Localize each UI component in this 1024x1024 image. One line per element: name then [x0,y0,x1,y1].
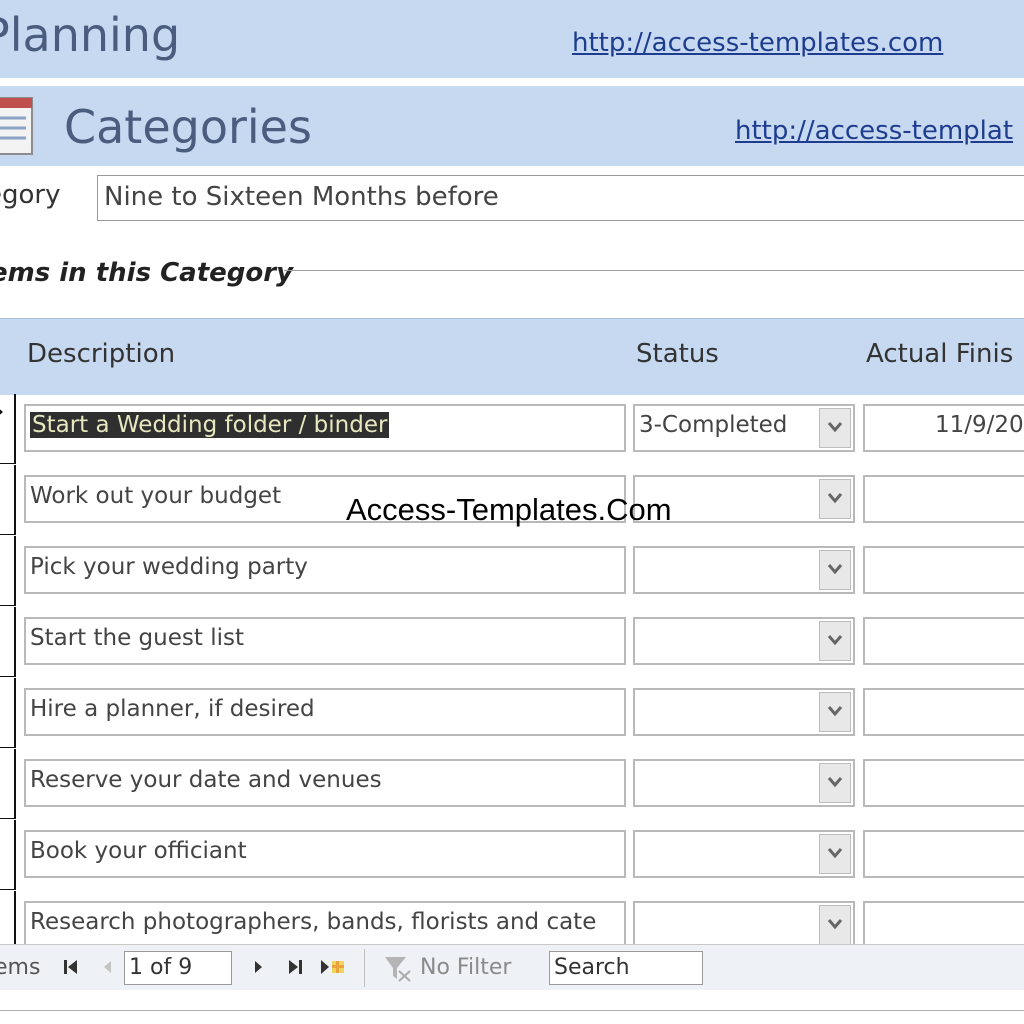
chevron-down-icon [827,848,843,859]
description-text: Reserve your date and venues [30,767,382,793]
status-dropdown-button[interactable] [819,905,851,944]
status-dropdown-button[interactable] [819,763,851,803]
status-dropdown-button[interactable] [819,479,851,519]
status-dropdown-button[interactable] [819,621,851,661]
record-selector[interactable] [0,891,16,944]
status-combo[interactable] [633,901,855,944]
description-text: Work out your budget [30,483,282,509]
status-strip [0,990,1024,1024]
status-combo[interactable] [633,617,855,665]
actual-finish-field[interactable] [863,617,1024,665]
column-header-status: Status [636,339,719,369]
actual-finish-field[interactable] [863,688,1024,736]
chevron-down-icon [827,635,843,646]
navigation-label: ems [0,955,41,980]
form-website-link[interactable]: http://access-templat [735,116,1013,146]
description-field[interactable]: Hire a planner, if desired [24,688,626,736]
status-text: 3-Completed [639,412,788,438]
description-text: Hire a planner, if desired [30,696,315,722]
form-title: Categories [64,100,312,154]
form-header: Categories http://access-templat [0,86,1024,166]
record-selector[interactable] [0,465,16,535]
table-row: Start a Wedding folder / binder 3-Comple… [0,394,1024,465]
status-combo[interactable]: 3-Completed [633,404,855,452]
description-text: Pick your wedding party [30,554,308,580]
banner-separator [0,78,1024,86]
search-input[interactable]: Search [549,951,703,985]
table-row: Reserve your date and venues [0,749,1024,820]
grid-header: Description Status Actual Finis [0,318,1024,395]
description-field[interactable]: Reserve your date and venues [24,759,626,807]
column-header-description: Description [27,339,176,369]
first-record-icon[interactable] [60,955,82,979]
description-text: Start the guest list [30,625,244,651]
current-record-icon [0,406,3,418]
app-website-link[interactable]: http://access-templates.com [572,28,943,58]
status-combo[interactable] [633,830,855,878]
table-row: Research photographers, bands, florists … [0,891,1024,944]
form-icon [0,97,33,155]
chevron-down-icon [827,706,843,717]
actual-finish-text: 11/9/20 [935,412,1024,438]
table-row: Start the guest list [0,607,1024,678]
previous-record-icon[interactable] [96,955,118,979]
no-filter-button[interactable]: No Filter [420,955,511,980]
grid-rows: Start a Wedding folder / binder 3-Comple… [0,394,1024,944]
record-selector[interactable] [0,749,16,819]
status-combo[interactable] [633,759,855,807]
table-row: Book your officiant [0,820,1024,891]
record-selector[interactable] [0,820,16,890]
description-field[interactable]: Pick your wedding party [24,546,626,594]
record-selector[interactable] [0,607,16,677]
app-banner: Planning http://access-templates.com [0,0,1024,78]
status-dropdown-button[interactable] [819,834,851,874]
description-field[interactable]: Book your officiant [24,830,626,878]
section-heading: ems in this Category [0,258,294,288]
new-record-icon[interactable] [318,955,350,979]
description-field[interactable]: Start the guest list [24,617,626,665]
chevron-down-icon [827,422,843,433]
actual-finish-field[interactable] [863,830,1024,878]
status-dropdown-button[interactable] [819,692,851,732]
record-selector[interactable] [0,678,16,748]
search-text: Search [554,955,630,980]
category-label: egory [0,180,61,210]
filter-icon[interactable] [382,953,412,983]
watermark-text: Access-Templates.Com [346,492,672,527]
navigation-divider [364,949,365,987]
actual-finish-field[interactable] [863,546,1024,594]
chevron-down-icon [827,919,843,930]
description-text: Book your officiant [30,838,247,864]
next-record-icon[interactable] [248,955,270,979]
record-navigation-bar: ems 1 of 9 No Filter Search [0,944,1024,992]
status-dropdown-button[interactable] [819,408,851,448]
section-divider [284,270,1024,271]
bottom-divider [0,1010,1024,1011]
chevron-down-icon [827,564,843,575]
actual-finish-field[interactable] [863,901,1024,944]
status-combo[interactable] [633,546,855,594]
description-field[interactable]: Research photographers, bands, florists … [24,901,626,944]
column-header-actual-finish: Actual Finis [866,339,1014,369]
table-row: Pick your wedding party [0,536,1024,607]
description-text: Start a Wedding folder / binder [30,412,390,438]
actual-finish-field[interactable] [863,475,1024,523]
actual-finish-field[interactable]: 11/9/20 [863,404,1024,452]
current-record-text: 1 of 9 [129,955,193,980]
chevron-down-icon [827,493,843,504]
last-record-icon[interactable] [284,955,306,979]
status-dropdown-button[interactable] [819,550,851,590]
chevron-down-icon [827,777,843,788]
status-combo[interactable] [633,688,855,736]
description-field[interactable]: Start a Wedding folder / binder [24,404,626,452]
record-selector[interactable] [0,536,16,606]
actual-finish-field[interactable] [863,759,1024,807]
record-selector[interactable] [0,394,16,464]
category-field[interactable]: Nine to Sixteen Months before [97,175,1024,221]
app-title: Planning [0,8,181,62]
table-row: Hire a planner, if desired [0,678,1024,749]
category-value: Nine to Sixteen Months before [104,182,499,212]
description-text: Research photographers, bands, florists … [30,909,597,935]
current-record-box[interactable]: 1 of 9 [124,951,232,985]
